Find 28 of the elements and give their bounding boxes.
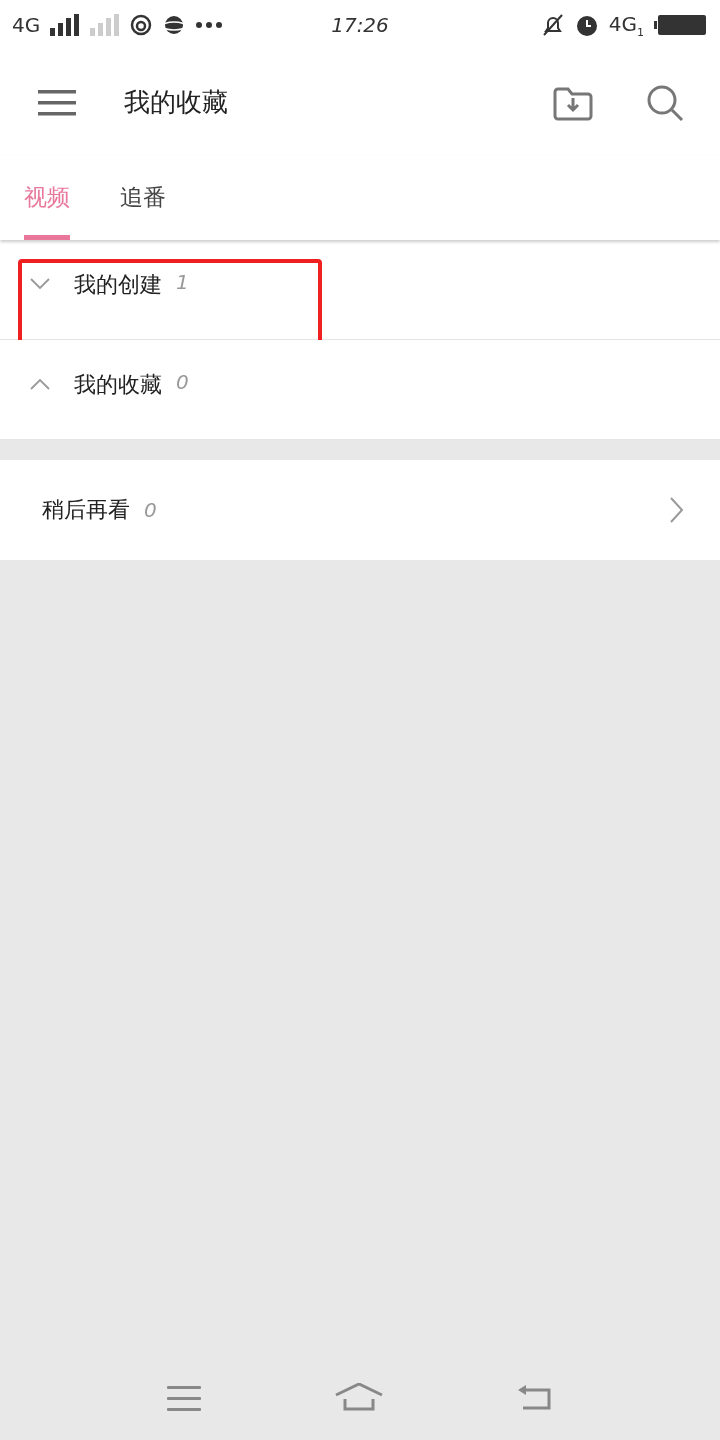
network-type: 4G — [12, 13, 41, 37]
signal-icon — [50, 14, 81, 36]
menu-icon[interactable] — [38, 88, 76, 117]
chevron-right-icon[interactable] — [670, 497, 684, 523]
section-count: 0 — [176, 370, 189, 394]
search-icon[interactable] — [646, 83, 684, 122]
watch-later-row[interactable]: 稍后再看 0 — [0, 460, 720, 560]
home-icon[interactable] — [335, 1382, 383, 1413]
status-time: 17:26 — [331, 13, 389, 37]
network-type: 4G$_{1}$ — [608, 11, 644, 39]
battery-icon — [654, 13, 708, 37]
page-title: 我的收藏 — [124, 86, 229, 119]
section-row[interactable]: 我的创建 1 — [0, 240, 720, 340]
section-title: 我的收藏 — [74, 371, 162, 399]
row-count: 0 — [144, 498, 157, 522]
chevron-down-icon[interactable] — [30, 278, 50, 290]
tab[interactable]: 追番 — [120, 182, 166, 240]
section-row[interactable]: 我的收藏 0 — [0, 340, 720, 440]
section-count: 1 — [176, 270, 189, 294]
muted-bell-icon — [540, 13, 565, 37]
section-title: 我的创建 — [74, 271, 162, 299]
chevron-up-icon[interactable] — [30, 378, 50, 390]
alarm-icon — [574, 13, 599, 37]
menu-icon[interactable] — [167, 1384, 201, 1411]
back-icon[interactable] — [517, 1383, 553, 1412]
signal-icon — [90, 14, 121, 36]
more-icon — [196, 22, 223, 28]
row-title: 稍后再看 — [42, 496, 130, 524]
